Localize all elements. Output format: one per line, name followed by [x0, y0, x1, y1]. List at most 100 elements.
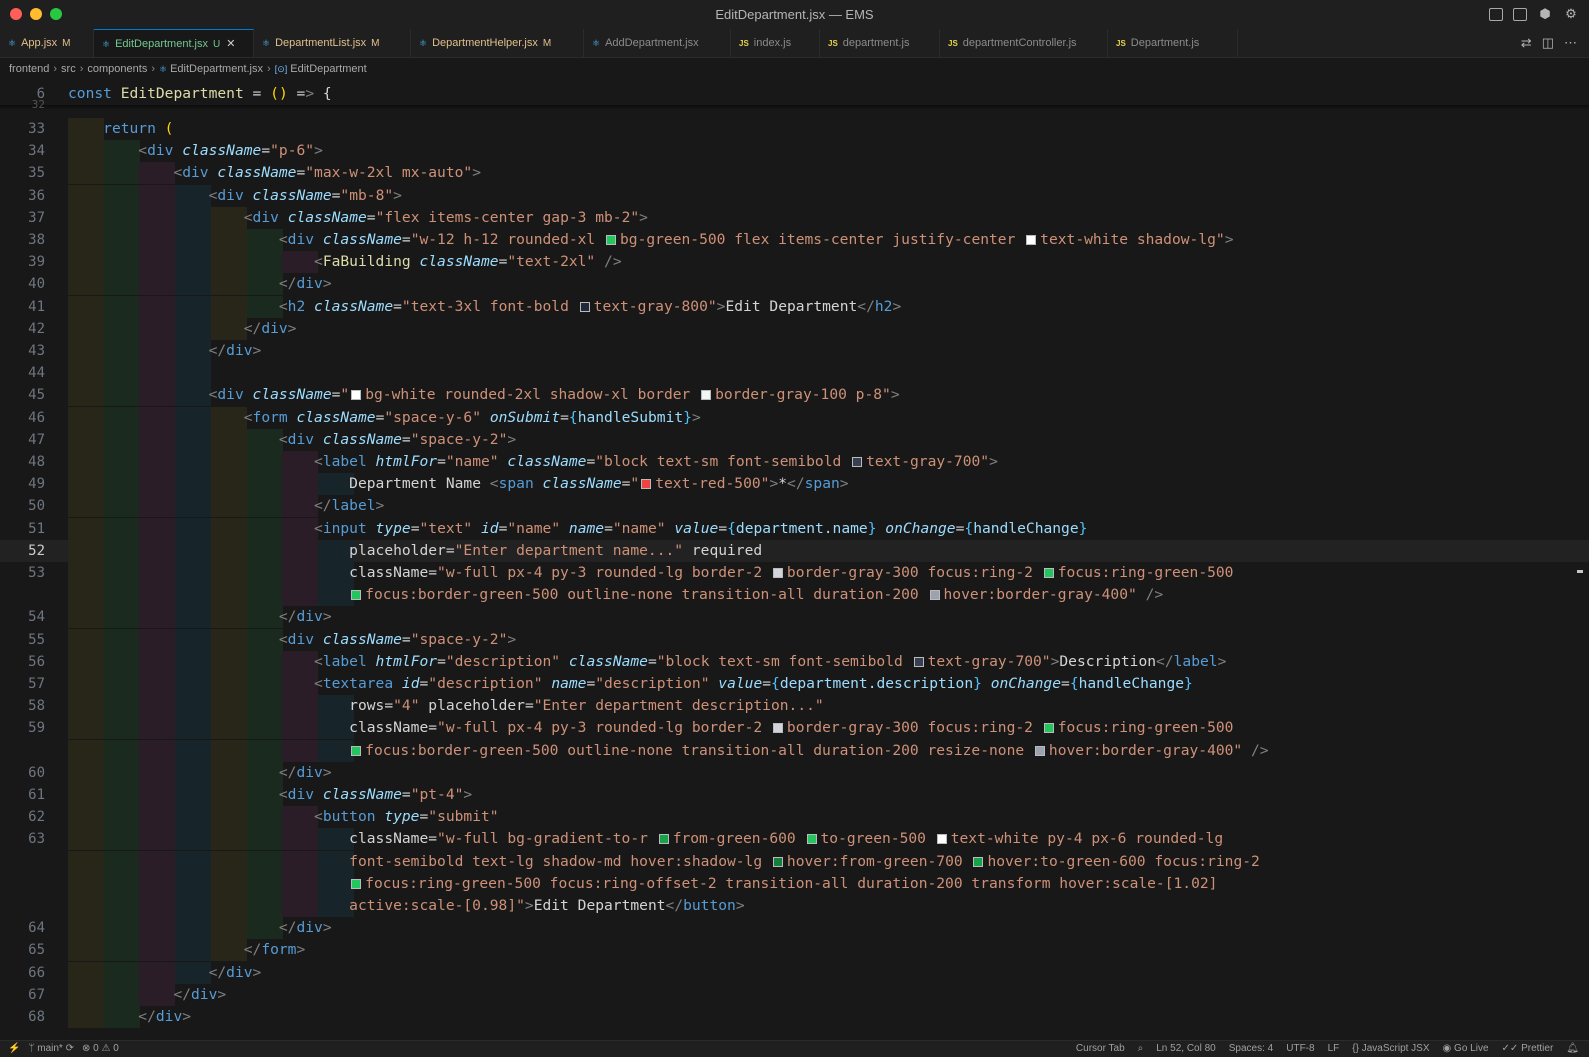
- language-mode[interactable]: {} JavaScript JSX: [1352, 1041, 1429, 1057]
- code-line-39[interactable]: 39 <FaBuilding className="text-2xl" />: [0, 251, 1589, 274]
- code-line-47[interactable]: 47 <div className="space-y-2">: [0, 428, 1589, 451]
- code-line-45[interactable]: 45 <div className=" bg-white rounded-2xl …: [0, 384, 1589, 407]
- code-line-35[interactable]: 35 <div className="max-w-2xl mx-auto">: [0, 162, 1589, 185]
- code-line-66[interactable]: 66 </div>: [0, 961, 1589, 984]
- color-swatch[interactable]: [606, 235, 616, 245]
- code-line-60[interactable]: 60 </div>: [0, 761, 1589, 784]
- breadcrumb-item[interactable]: frontend: [9, 63, 49, 75]
- code-line-51[interactable]: 51 <input type="text" id="name" name="na…: [0, 517, 1589, 540]
- code-line-37[interactable]: 37 <div className="flex items-center gap…: [0, 206, 1589, 229]
- color-swatch[interactable]: [772, 856, 783, 867]
- code-line-wrapped[interactable]: focus:border-green-500 outline-none tran…: [0, 584, 1589, 607]
- indentation-status[interactable]: Spaces: 4: [1229, 1041, 1273, 1057]
- settings-gear-icon[interactable]: ⚙: [1563, 6, 1579, 22]
- color-swatch[interactable]: [929, 590, 940, 601]
- code-editor[interactable]: 6 const EditDepartment = () => { 32 33 r…: [0, 83, 1589, 1040]
- code-line-65[interactable]: 65 </form>: [0, 939, 1589, 962]
- tab-index-js[interactable]: JS index.js: [731, 29, 820, 57]
- extensions-icon[interactable]: ⬢: [1537, 6, 1553, 22]
- notifications-bell-icon[interactable]: 🔔︎: [1566, 1041, 1579, 1057]
- problems-indicator[interactable]: ⊗ 0 ⚠ 0: [82, 1041, 119, 1057]
- tab-departmenthelper-jsx[interactable]: ⚛ DepartmentHelper.jsx M: [411, 29, 584, 57]
- code-line-52[interactable]: 52 placeholder="Enter department name...…: [0, 539, 1589, 562]
- color-swatch[interactable]: [1043, 568, 1054, 578]
- color-swatch[interactable]: [351, 390, 362, 401]
- prettier-status[interactable]: ✓✓ Prettier: [1502, 1041, 1554, 1057]
- encoding-status[interactable]: UTF-8: [1286, 1041, 1314, 1057]
- scrollbar-cursor-marker[interactable]: [1577, 570, 1583, 573]
- split-editor-icon[interactable]: ◫: [1542, 35, 1554, 51]
- code-line-54[interactable]: 54 </div>: [0, 606, 1589, 629]
- tab-departmentlist-jsx[interactable]: ⚛ DepartmentList.jsx M: [254, 29, 411, 57]
- color-swatch[interactable]: [772, 723, 783, 734]
- color-swatch[interactable]: [1026, 235, 1037, 245]
- color-swatch[interactable]: [913, 656, 924, 667]
- color-swatch[interactable]: [772, 568, 783, 578]
- color-swatch[interactable]: [579, 301, 590, 312]
- tab-adddepartment-jsx[interactable]: ⚛ AddDepartment.jsx: [584, 29, 731, 57]
- open-changes-icon[interactable]: ⇄: [1521, 35, 1532, 51]
- code-line-33[interactable]: 33 return (: [0, 118, 1589, 140]
- color-swatch[interactable]: [641, 479, 652, 490]
- tab-department-model-js[interactable]: JS Department.js: [1108, 29, 1238, 57]
- code-line-44[interactable]: 44: [0, 362, 1589, 385]
- toggle-panel-icon[interactable]: [1513, 8, 1527, 21]
- code-line-63[interactable]: 63 className="w-full bg-gradient-to-r fr…: [0, 828, 1589, 851]
- code-line-wrapped[interactable]: focus:border-green-500 outline-none tran…: [0, 739, 1589, 762]
- go-live-button[interactable]: ◉ Go Live: [1443, 1041, 1489, 1057]
- code-line-wrapped[interactable]: active:scale-[0.98]">Edit Department</bu…: [0, 895, 1589, 917]
- code-line-53[interactable]: 53 className="w-full px-4 py-3 rounded-l…: [0, 562, 1589, 584]
- code-line-48[interactable]: 48 <label htmlFor="name" className="bloc…: [0, 451, 1589, 473]
- cursor-position[interactable]: Ln 52, Col 80: [1156, 1041, 1216, 1057]
- tab-editdepartment-jsx[interactable]: ⚛ EditDepartment.jsx U ✕: [94, 29, 254, 57]
- color-swatch[interactable]: [973, 856, 984, 867]
- eol-status[interactable]: LF: [1328, 1041, 1340, 1057]
- sticky-scroll-header[interactable]: 6 const EditDepartment = () => {: [0, 83, 1589, 105]
- code-line-50[interactable]: 50 </label>: [0, 495, 1589, 518]
- close-tab-icon[interactable]: ✕: [226, 38, 235, 50]
- breadcrumb-item[interactable]: components: [87, 63, 147, 75]
- code-line-56[interactable]: 56 <label htmlFor="description" classNam…: [0, 650, 1589, 673]
- code-line-wrapped[interactable]: focus:ring-green-500 focus:ring-offset-2…: [0, 872, 1589, 895]
- code-line-38[interactable]: 38 <div className="w-12 h-12 rounded-xl …: [0, 229, 1589, 251]
- code-line-42[interactable]: 42 </div>: [0, 317, 1589, 340]
- code-line-wrapped[interactable]: font-semibold text-lg shadow-md hover:sh…: [0, 850, 1589, 873]
- code-line-64[interactable]: 64 </div>: [0, 917, 1589, 940]
- code-line-49[interactable]: 49 Department Name <span className=" text…: [0, 473, 1589, 496]
- code-line-41[interactable]: 41 <h2 className="text-3xl font-bold tex…: [0, 295, 1589, 318]
- code-line-59[interactable]: 59 className="w-full px-4 py-3 rounded-l…: [0, 717, 1589, 740]
- color-swatch[interactable]: [701, 390, 712, 401]
- code-line-62[interactable]: 62 <button type="submit": [0, 806, 1589, 829]
- breadcrumb-item[interactable]: EditDepartment.jsx: [170, 63, 263, 75]
- branch-indicator[interactable]: ᛘ main* ⟳: [28, 1041, 74, 1057]
- color-swatch[interactable]: [351, 745, 362, 756]
- code-line-55[interactable]: 55 <div className="space-y-2">: [0, 628, 1589, 651]
- color-swatch[interactable]: [936, 834, 947, 845]
- code-line-40[interactable]: 40 </div>: [0, 273, 1589, 296]
- code-line-36[interactable]: 36 <div className="mb-8">: [0, 184, 1589, 207]
- zoom-icon[interactable]: ⌕: [1138, 1041, 1144, 1057]
- remote-icon[interactable]: ⚡: [8, 1041, 20, 1057]
- breadcrumb-item[interactable]: src: [61, 63, 76, 75]
- color-swatch[interactable]: [351, 590, 362, 601]
- code-line-61[interactable]: 61 <div className="pt-4">: [0, 784, 1589, 806]
- color-swatch[interactable]: [1043, 723, 1054, 734]
- code-line-46[interactable]: 46 <form className="space-y-6" onSubmit=…: [0, 406, 1589, 429]
- color-swatch[interactable]: [852, 457, 863, 467]
- tab-departmentcontroller-js[interactable]: JS departmentController.js: [940, 29, 1108, 57]
- color-swatch[interactable]: [351, 878, 362, 889]
- color-swatch[interactable]: [806, 834, 817, 845]
- code-line-34[interactable]: 34 <div className="p-6">: [0, 140, 1589, 163]
- code-line-43[interactable]: 43 </div>: [0, 340, 1589, 362]
- code-line-57[interactable]: 57 <textarea id="description" name="desc…: [0, 673, 1589, 695]
- code-line-68[interactable]: 68 </div>: [0, 1006, 1589, 1028]
- tab-department-js[interactable]: JS department.js: [820, 29, 940, 57]
- code-line-67[interactable]: 67 </div>: [0, 983, 1589, 1006]
- more-actions-icon[interactable]: ⋯: [1564, 35, 1577, 51]
- cursor-tab-status[interactable]: Cursor Tab: [1076, 1041, 1125, 1057]
- toggle-sidebar-icon[interactable]: [1489, 8, 1503, 21]
- code-line-58[interactable]: 58 rows="4" placeholder="Enter departmen…: [0, 695, 1589, 718]
- color-swatch[interactable]: [658, 834, 669, 845]
- color-swatch[interactable]: [1034, 745, 1045, 756]
- tab-app-jsx[interactable]: ⚛ App.jsx M: [0, 29, 94, 57]
